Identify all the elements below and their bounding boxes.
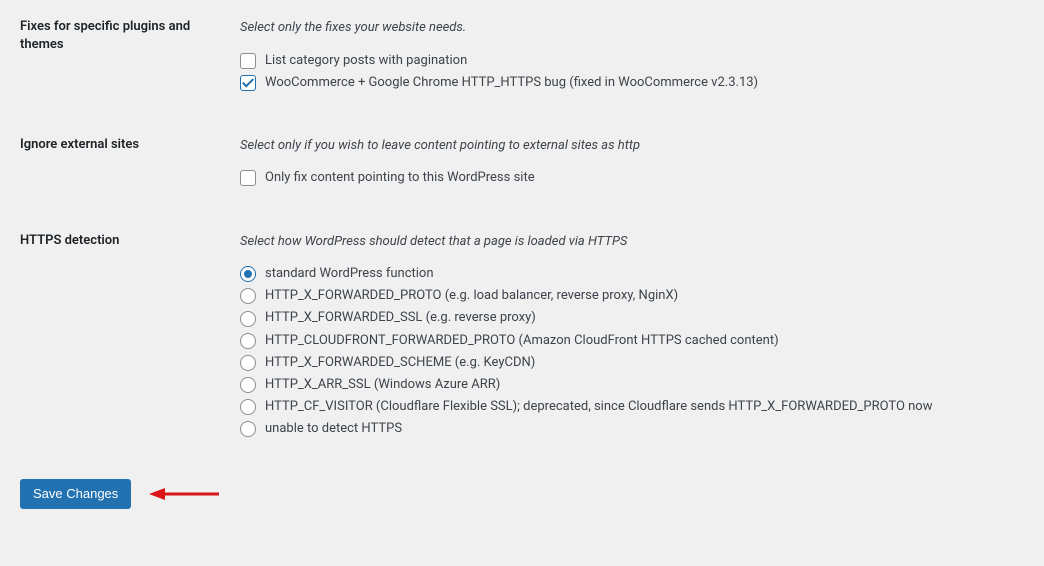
detection-option-5: HTTP_X_ARR_SSL (Windows Azure ARR) [240, 374, 1024, 396]
checkbox-list-category-posts[interactable] [240, 53, 256, 69]
detection-option-5-label: HTTP_X_ARR_SSL (Windows Azure ARR) [265, 376, 500, 394]
arrow-icon [149, 486, 219, 502]
radio-x-forwarded-ssl[interactable] [240, 311, 256, 327]
detection-option-1-label: HTTP_X_FORWARDED_PROTO (e.g. load balanc… [265, 287, 678, 305]
ignore-heading: Ignore external sites [20, 132, 240, 154]
radio-standard-wordpress[interactable] [240, 266, 256, 282]
detection-option-7: unable to detect HTTPS [240, 418, 1024, 440]
fixes-option-0-label: List category posts with pagination [265, 52, 467, 70]
row-ignore: Ignore external sites Select only if you… [20, 132, 1024, 190]
detection-option-1: HTTP_X_FORWARDED_PROTO (e.g. load balanc… [240, 285, 1024, 307]
row-fixes: Fixes for specific plugins and themes Se… [20, 14, 1024, 94]
fixes-content: Select only the fixes your website needs… [240, 14, 1024, 94]
checkbox-woocommerce-bug[interactable] [240, 75, 256, 91]
fixes-option-1: WooCommerce + Google Chrome HTTP_HTTPS b… [240, 72, 1024, 94]
detection-option-4: HTTP_X_FORWARDED_SCHEME (e.g. KeyCDN) [240, 352, 1024, 374]
submit-row: Save Changes [20, 479, 1024, 509]
detection-option-3-label: HTTP_CLOUDFRONT_FORWARDED_PROTO (Amazon … [265, 332, 779, 350]
radio-x-arr-ssl[interactable] [240, 377, 256, 393]
detection-option-6-label: HTTP_CF_VISITOR (Cloudflare Flexible SSL… [265, 398, 932, 416]
detection-option-0-label: standard WordPress function [265, 265, 434, 283]
detection-heading: HTTPS detection [20, 228, 240, 250]
radio-cloudfront-forwarded-proto[interactable] [240, 333, 256, 349]
detection-option-7-label: unable to detect HTTPS [265, 420, 402, 438]
radio-x-forwarded-proto[interactable] [240, 288, 256, 304]
ignore-option-0: Only fix content pointing to this WordPr… [240, 167, 1024, 189]
detection-option-6: HTTP_CF_VISITOR (Cloudflare Flexible SSL… [240, 396, 1024, 418]
save-changes-button[interactable]: Save Changes [20, 479, 131, 509]
fixes-option-1-label: WooCommerce + Google Chrome HTTP_HTTPS b… [265, 74, 758, 92]
radio-unable-detect[interactable] [240, 421, 256, 437]
detection-option-2: HTTP_X_FORWARDED_SSL (e.g. reverse proxy… [240, 307, 1024, 329]
detection-option-0: standard WordPress function [240, 263, 1024, 285]
fixes-helper: Select only the fixes your website needs… [240, 18, 1024, 38]
fixes-option-0: List category posts with pagination [240, 50, 1024, 72]
radio-x-forwarded-scheme[interactable] [240, 355, 256, 371]
radio-cf-visitor[interactable] [240, 399, 256, 415]
detection-content: Select how WordPress should detect that … [240, 228, 1024, 441]
row-detection: HTTPS detection Select how WordPress sho… [20, 228, 1024, 441]
ignore-content: Select only if you wish to leave content… [240, 132, 1024, 190]
fixes-heading: Fixes for specific plugins and themes [20, 14, 240, 53]
detection-option-2-label: HTTP_X_FORWARDED_SSL (e.g. reverse proxy… [265, 309, 536, 327]
detection-option-4-label: HTTP_X_FORWARDED_SCHEME (e.g. KeyCDN) [265, 354, 535, 372]
detection-option-3: HTTP_CLOUDFRONT_FORWARDED_PROTO (Amazon … [240, 330, 1024, 352]
checkbox-only-fix-wordpress[interactable] [240, 170, 256, 186]
ignore-option-0-label: Only fix content pointing to this WordPr… [265, 169, 535, 187]
detection-helper: Select how WordPress should detect that … [240, 232, 1024, 252]
ignore-helper: Select only if you wish to leave content… [240, 136, 1024, 156]
